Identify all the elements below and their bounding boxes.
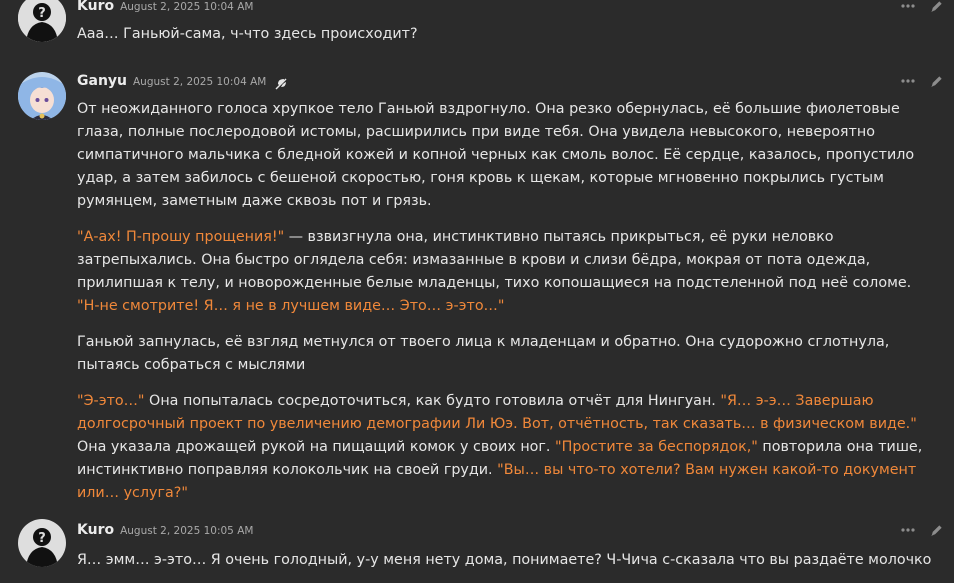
message-item: ? Kuro August 2, 2025 10:05 AM Я… эмм… э… (0, 515, 954, 583)
message-paragraph: Ааа… Ганьюй-сама, ч-что здесь происходит… (77, 26, 418, 42)
message-item: Ganyu August 2, 2025 10:04 AM От неожида… (0, 66, 954, 506)
message-author[interactable]: Kuro (77, 522, 114, 538)
message-timestamp: August 2, 2025 10:04 AM (120, 1, 254, 13)
more-options-icon[interactable] (900, 522, 916, 538)
message-paragraph: Ганьюй запнулась, её взгляд метнулся от … (77, 334, 890, 373)
dialogue-quote: "Н-не смотрите! Я… я не в лучшем виде… Э… (77, 298, 505, 314)
user-avatar[interactable]: ? (18, 519, 66, 567)
message-timestamp: August 2, 2025 10:04 AM (133, 76, 267, 88)
message-author[interactable]: Kuro (77, 0, 114, 14)
character-avatar (18, 72, 66, 120)
dialogue-quote: "А-ах! П-прошу прощения!" (77, 229, 285, 245)
more-options-icon[interactable] (900, 73, 916, 89)
message-paragraph: "А-ах! П-прошу прощения!" — взвизгнула о… (77, 229, 912, 314)
dialogue-quote: "Э-это…" (77, 393, 145, 409)
more-options-icon[interactable] (900, 0, 916, 14)
message-item: ? Kuro August 2, 2025 10:04 AM Ааа… Гань… (0, 0, 954, 60)
silhouette-avatar: ? (18, 0, 66, 42)
silhouette-avatar: ? (18, 519, 66, 567)
edit-icon[interactable] (928, 0, 944, 14)
edit-icon[interactable] (928, 73, 944, 89)
user-avatar[interactable]: ? (18, 0, 66, 42)
edit-icon[interactable] (928, 522, 944, 538)
message-paragraph: "Э-это…" Она попыталась сосредоточиться,… (77, 393, 923, 501)
svg-text:?: ? (38, 6, 46, 21)
feather-icon (274, 76, 288, 90)
message-paragraph: Я… эмм… э-это… Я очень голодный, у-у мен… (77, 552, 932, 568)
message-author[interactable]: Ganyu (77, 73, 127, 89)
message-paragraph: От неожиданного голоса хрупкое тело Гань… (77, 101, 915, 209)
message-timestamp: August 2, 2025 10:05 AM (120, 525, 254, 537)
dialogue-quote: "Простите за беспорядок," (555, 439, 758, 455)
svg-text:?: ? (38, 531, 46, 546)
user-avatar[interactable] (18, 72, 66, 120)
